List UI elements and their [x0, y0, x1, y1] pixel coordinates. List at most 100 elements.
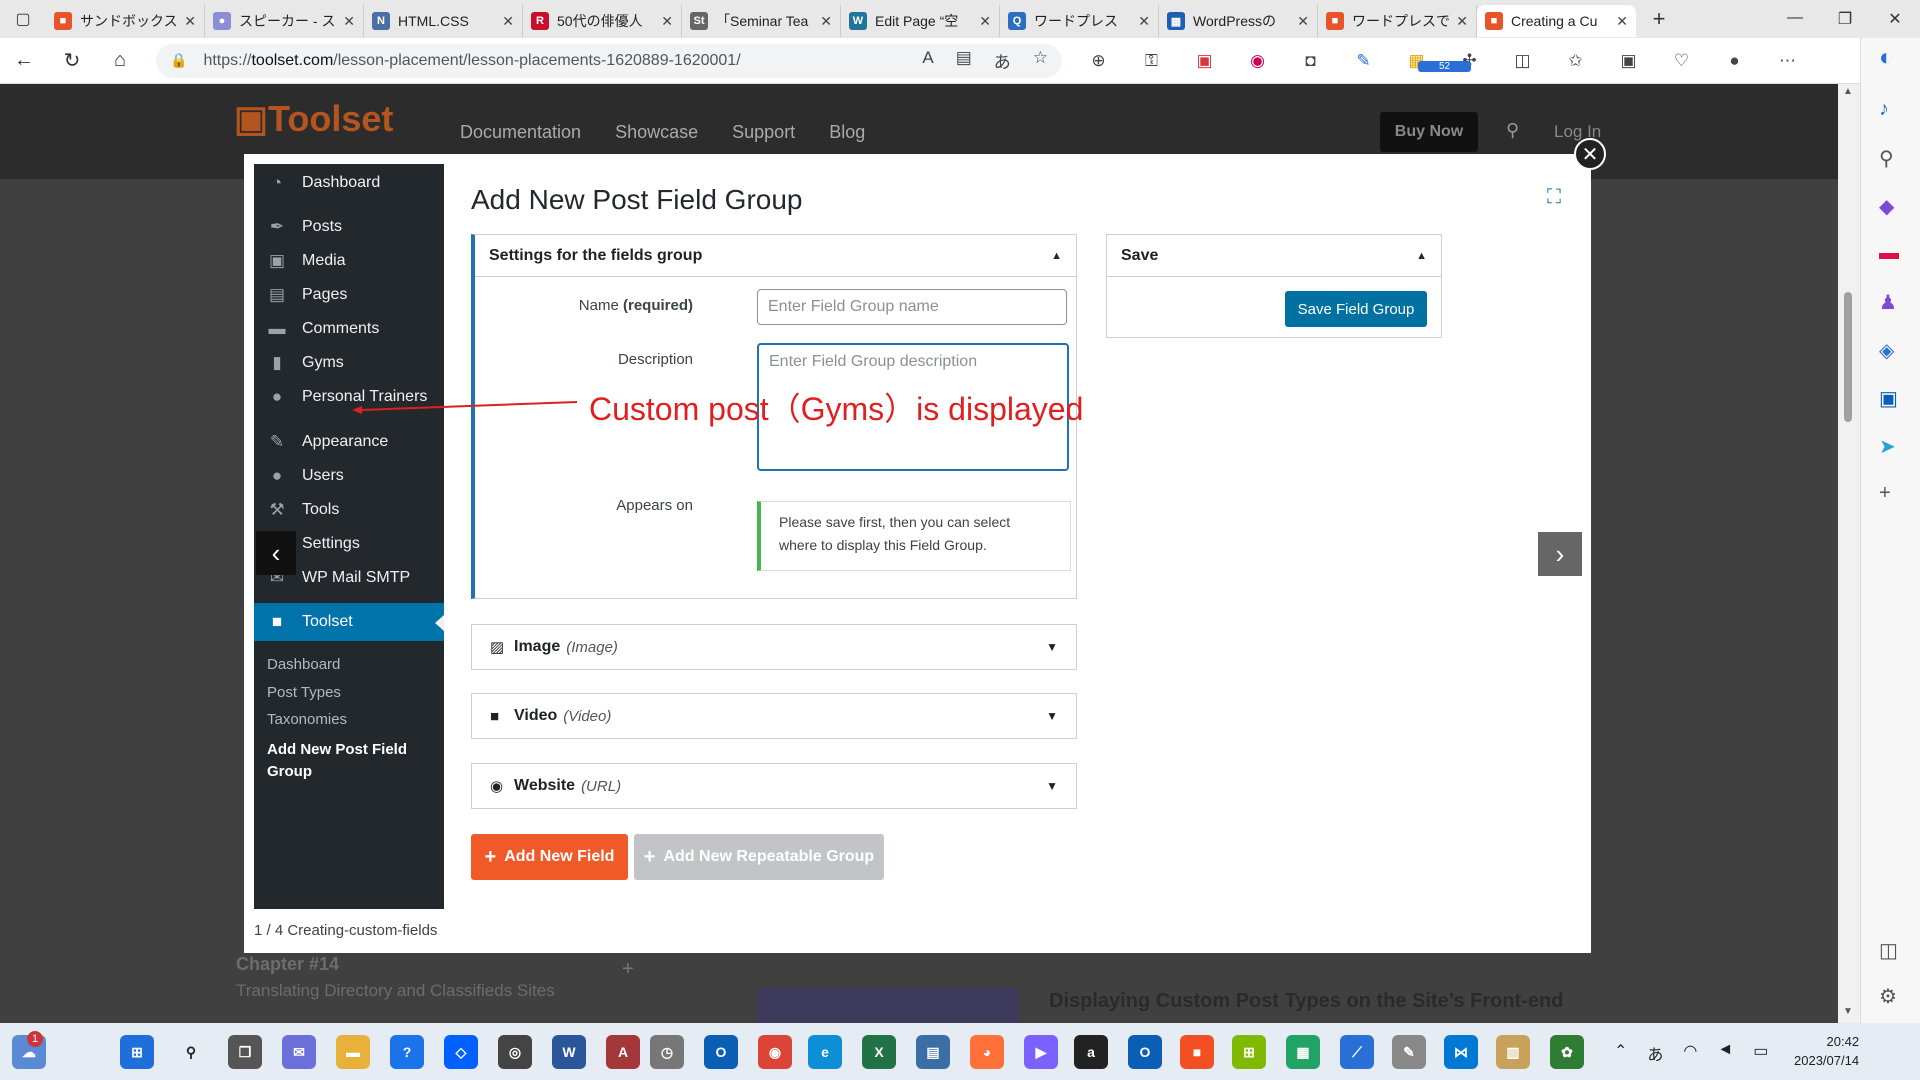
wp-menu-item[interactable]: ▮ Gyms: [254, 344, 444, 382]
nav-blog[interactable]: Blog: [829, 122, 865, 143]
app-icon[interactable]: ◎: [498, 1035, 532, 1069]
wp-submenu-item[interactable]: Add New Post Field Group: [267, 739, 417, 783]
toolset-logo[interactable]: ▣Toolset: [234, 98, 393, 140]
store-icon[interactable]: ⊞: [1232, 1035, 1266, 1069]
wp-menu-item[interactable]: ✒ Posts: [254, 208, 444, 246]
task-view-icon[interactable]: ❐: [228, 1035, 262, 1069]
send-icon[interactable]: ➤: [1879, 434, 1896, 459]
wp-menu-item[interactable]: ◔ Dashboard: [254, 164, 444, 202]
tab-actions-icon[interactable]: ▢: [0, 0, 46, 38]
search-icon[interactable]: ⚲: [174, 1035, 208, 1069]
bing-chat-icon[interactable]: ◐: [1879, 44, 1894, 72]
app-icon[interactable]: ▥: [1496, 1035, 1530, 1069]
search-icon[interactable]: ⚲: [1879, 146, 1894, 171]
close-tab-icon[interactable]: ✕: [1456, 13, 1468, 30]
help-icon[interactable]: ?: [390, 1035, 424, 1069]
games-icon[interactable]: ♟: [1879, 290, 1897, 315]
collapse-icon[interactable]: ▲: [1051, 250, 1062, 262]
pen-icon[interactable]: ✎: [1337, 51, 1390, 71]
clock[interactable]: 20:42 2023/07/14: [1794, 1032, 1859, 1070]
microsoft365-icon[interactable]: ◈: [1879, 338, 1894, 363]
field-website[interactable]: ◉ Website (URL) ▼: [471, 763, 1077, 809]
minimize-icon[interactable]: —: [1770, 9, 1820, 29]
app-icon[interactable]: ⟋: [1340, 1035, 1374, 1069]
fullscreen-icon[interactable]: ⛶: [1547, 186, 1561, 209]
new-tab-button[interactable]: +: [1636, 0, 1682, 38]
wp-submenu-item[interactable]: Dashboard: [267, 656, 340, 673]
close-window-icon[interactable]: ✕: [1870, 9, 1920, 29]
word-icon[interactable]: W: [552, 1035, 586, 1069]
wp-submenu-item[interactable]: Post Types: [267, 684, 341, 701]
wifi-icon[interactable]: ◠: [1683, 1041, 1697, 1065]
close-tab-icon[interactable]: ✕: [661, 13, 673, 30]
browser-tab[interactable]: ● スピーカー - スト ✕: [205, 5, 364, 37]
favorites-icon[interactable]: ✩: [1549, 51, 1602, 71]
browser-tab[interactable]: ■ ワードプレスで ✕: [1318, 5, 1477, 37]
browser-tab[interactable]: N HTML.CSS ✕: [364, 5, 523, 37]
extension-icon[interactable]: ▣: [1178, 51, 1231, 71]
add-new-field-button[interactable]: + Add New Field: [471, 834, 628, 880]
outlook-icon[interactable]: ▣: [1879, 386, 1898, 411]
wp-menu-item[interactable]: ▣ Media: [254, 242, 444, 280]
browser-tab[interactable]: W Edit Page “空 ✕: [841, 5, 1000, 37]
expand-icon[interactable]: ▼: [1046, 709, 1058, 723]
field-image[interactable]: ▨ Image (Image) ▼: [471, 624, 1077, 670]
nav-support[interactable]: Support: [732, 122, 795, 143]
vscode-icon[interactable]: ⋈: [1444, 1035, 1478, 1069]
outlook-icon[interactable]: O: [1128, 1035, 1162, 1069]
dropbox-icon[interactable]: ◇: [444, 1035, 478, 1069]
close-tab-icon[interactable]: ✕: [820, 13, 832, 30]
profile-avatar[interactable]: ●: [1708, 51, 1761, 71]
app-icon[interactable]: ✿: [1550, 1035, 1584, 1069]
app-icon[interactable]: ✎: [1392, 1035, 1426, 1069]
add-repeatable-group-button[interactable]: + Add New Repeatable Group: [634, 834, 884, 880]
battery-icon[interactable]: ▭: [1753, 1041, 1768, 1065]
access-icon[interactable]: A: [606, 1035, 640, 1069]
wp-menu-item[interactable]: ✎ Appearance: [254, 423, 444, 461]
edge-icon[interactable]: e: [808, 1035, 842, 1069]
nav-documentation[interactable]: Documentation: [460, 122, 581, 143]
close-lightbox-icon[interactable]: ✕: [1574, 138, 1606, 170]
wp-menu-item[interactable]: ⚒ Tools: [254, 491, 444, 529]
wp-menu-item[interactable]: ■ Toolset: [254, 603, 444, 641]
volume-icon[interactable]: ◄: [1717, 1041, 1733, 1065]
media-player-icon[interactable]: ▶: [1024, 1035, 1058, 1069]
bell-icon[interactable]: ♪: [1879, 98, 1889, 121]
page-scrollbar[interactable]: ▲ ▼: [1838, 84, 1860, 1023]
ime-indicator[interactable]: あ: [1647, 1041, 1663, 1065]
collections-icon[interactable]: ▣: [1602, 51, 1655, 71]
office-icon[interactable]: ■: [1180, 1035, 1214, 1069]
buy-now-button[interactable]: Buy Now: [1380, 112, 1478, 152]
amazon-icon[interactable]: a: [1074, 1035, 1108, 1069]
teams-chat-icon[interactable]: ✉: [282, 1035, 316, 1069]
file-explorer-icon[interactable]: ▬: [336, 1035, 370, 1069]
url-field[interactable]: 🔒 https://toolset.com/lesson-placement/l…: [156, 43, 1062, 78]
notepad-icon[interactable]: ▤: [916, 1035, 950, 1069]
browser-tab[interactable]: ■ Creating a Cu ✕: [1477, 5, 1636, 37]
tools-icon[interactable]: ▬: [1879, 242, 1899, 265]
close-tab-icon[interactable]: ✕: [184, 13, 196, 30]
scroll-up-icon[interactable]: ▲: [1843, 86, 1853, 97]
back-icon[interactable]: ←: [0, 49, 48, 72]
performance-icon[interactable]: ♡: [1655, 51, 1708, 71]
browser-tab[interactable]: Q ワードプレス ✕: [1000, 5, 1159, 37]
sidebar-layout-icon[interactable]: ◫: [1879, 938, 1898, 963]
reader-icon[interactable]: ▤: [956, 48, 972, 73]
chrome-icon[interactable]: ◉: [758, 1035, 792, 1069]
field-group-name-input[interactable]: Enter Field Group name: [757, 289, 1067, 325]
extension-badge-icon[interactable]: ▦ 52: [1390, 51, 1471, 72]
browser-tab[interactable]: ▦ WordPressの ✕: [1159, 5, 1318, 37]
field-video[interactable]: ■ Video (Video) ▼: [471, 693, 1077, 739]
expand-icon[interactable]: ▼: [1046, 779, 1058, 793]
wp-menu-item[interactable]: ● Users: [254, 457, 444, 495]
excel-icon[interactable]: X: [862, 1035, 896, 1069]
add-icon[interactable]: +: [1879, 482, 1891, 505]
split-screen-icon[interactable]: ◫: [1496, 51, 1549, 71]
next-slide-icon[interactable]: ›: [1538, 532, 1582, 576]
firefox-icon[interactable]: ◕: [970, 1035, 1004, 1069]
close-tab-icon[interactable]: ✕: [502, 13, 514, 30]
expand-icon[interactable]: ▼: [1046, 640, 1058, 654]
settings-gear-icon[interactable]: ⚙: [1879, 984, 1897, 1009]
wp-submenu-item[interactable]: Taxonomies: [267, 711, 347, 728]
translate-icon[interactable]: あ: [994, 48, 1011, 73]
